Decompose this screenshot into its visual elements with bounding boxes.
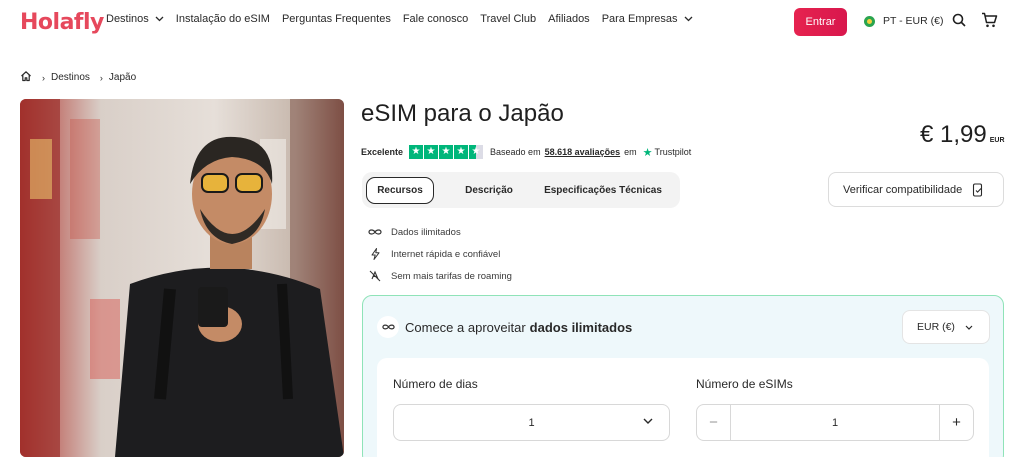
star-icon: ★ <box>454 145 469 159</box>
star-icon: ★ <box>439 145 454 159</box>
days-label: Número de dias <box>393 377 478 391</box>
chevron-down-icon <box>155 16 164 22</box>
nav-travel-club[interactable]: Travel Club <box>480 13 536 25</box>
nav-para-empresas[interactable]: Para Empresas <box>602 13 693 25</box>
reviews-link[interactable]: 58.618 avaliações <box>545 147 621 157</box>
phone-check-icon <box>972 182 984 197</box>
nav-faq[interactable]: Perguntas Frequentes <box>282 13 391 25</box>
nav-afiliados[interactable]: Afiliados <box>548 13 590 25</box>
price-amount: € 1,99 <box>920 121 987 148</box>
rating-stars: ★ ★ ★ ★ ★ <box>409 145 484 159</box>
days-select[interactable]: 1 <box>393 404 670 441</box>
nav-destinos[interactable]: Destinos <box>106 13 164 25</box>
login-button[interactable]: Entrar <box>794 8 847 36</box>
tab-recursos[interactable]: Recursos <box>366 176 434 204</box>
chevron-down-icon <box>965 325 973 330</box>
holafly-logo[interactable]: Holafly <box>20 10 104 35</box>
based-on-text: Baseado em <box>490 147 541 157</box>
tab-descricao[interactable]: Descrição <box>459 177 519 204</box>
product-title: eSIM para o Japão <box>361 100 564 127</box>
nav-contato[interactable]: Fale conosco <box>403 13 468 25</box>
check-compatibility-button[interactable]: Verificar compatibilidade <box>828 172 1004 207</box>
star-icon: ★ <box>424 145 439 159</box>
trustpilot-star-icon: ★ <box>642 146 653 159</box>
esims-value[interactable]: 1 <box>731 417 939 429</box>
feature-item: Dados ilimitados <box>368 221 512 243</box>
plan-options: Número de dias Número de eSIMs 1 − 1 + <box>377 358 989 457</box>
chevron-down-icon <box>684 16 693 22</box>
feature-list: Dados ilimitados Internet rápida e confi… <box>368 221 512 287</box>
feature-item: Internet rápida e confiável <box>368 243 512 265</box>
cart-icon[interactable] <box>981 12 998 33</box>
product-photo <box>20 99 344 457</box>
language-selector[interactable]: PT - EUR (€) <box>864 15 943 27</box>
tab-especificacoes[interactable]: Especificações Técnicas <box>539 177 667 204</box>
currency-select[interactable]: EUR (€) <box>902 310 990 344</box>
esims-label: Número de eSIMs <box>696 377 793 391</box>
breadcrumb-separator: › <box>42 72 45 83</box>
search-icon[interactable] <box>952 13 966 32</box>
infinity-icon <box>368 228 382 236</box>
home-icon[interactable] <box>20 70 32 85</box>
brazil-flag-icon <box>864 15 875 27</box>
product-tabs: Recursos Descrição Especificações Técnic… <box>362 172 680 208</box>
rating-label: Excelente <box>361 147 404 157</box>
top-header: Holafly Destinos Instalação do eSIM Perg… <box>0 0 1024 44</box>
on-text: em <box>624 147 637 157</box>
chevron-down-icon <box>643 418 653 424</box>
lightning-icon <box>368 248 382 260</box>
nav-instalacao[interactable]: Instalação do eSIM <box>176 13 270 25</box>
star-icon: ★ <box>409 145 424 159</box>
trustpilot-rating: Excelente ★ ★ ★ ★ ★ Baseado em 58.618 av… <box>361 145 691 159</box>
plan-heading: Comece a aproveitar dados ilimitados <box>377 316 632 338</box>
decrement-button[interactable]: − <box>697 405 731 440</box>
product-price: € 1,99 EUR <box>920 121 1005 149</box>
esims-stepper: − 1 + <box>696 404 974 441</box>
half-star-icon: ★ <box>469 145 484 159</box>
increment-button[interactable]: + <box>939 405 973 440</box>
breadcrumb-destinos[interactable]: Destinos <box>51 72 90 83</box>
main-nav: Destinos Instalação do eSIM Perguntas Fr… <box>106 13 705 25</box>
plan-card: Comece a aproveitar dados ilimitados EUR… <box>362 295 1004 457</box>
infinity-icon <box>377 316 399 338</box>
feature-item: Sem mais tarifas de roaming <box>368 265 512 287</box>
breadcrumb: › Destinos › Japão <box>20 70 136 85</box>
price-currency: EUR <box>989 137 1005 144</box>
no-roaming-icon <box>368 270 382 282</box>
trustpilot-logo: ★ Trustpilot <box>642 146 692 159</box>
breadcrumb-japao: Japão <box>108 72 137 83</box>
breadcrumb-separator: › <box>99 72 103 83</box>
